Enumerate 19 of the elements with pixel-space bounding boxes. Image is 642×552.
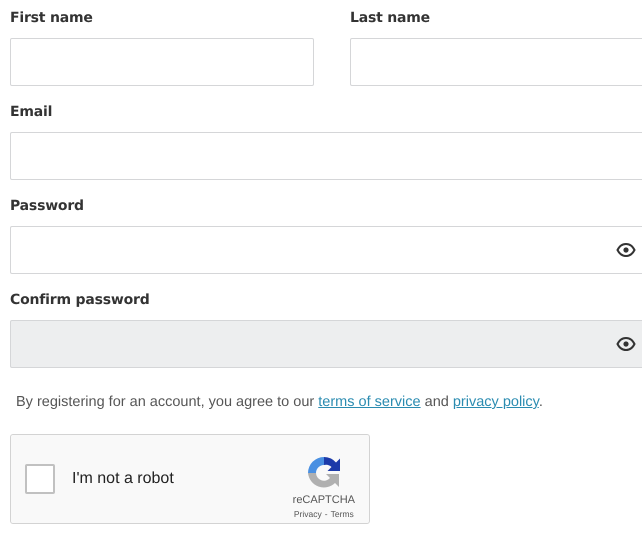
field-label: Email [10, 103, 54, 122]
field-label: Last name [350, 9, 431, 28]
field-label: First name [10, 9, 94, 28]
field-label: Confirm password [10, 291, 151, 310]
checkbox[interactable] [25, 464, 55, 494]
agreement-text: By registering for an account, you agree to our terms of service and privacy policy. [16, 393, 544, 412]
eye-icon[interactable] [616, 243, 636, 257]
link[interactable]: terms of service [318, 394, 421, 410]
link[interactable]: privacy policy [452, 394, 539, 410]
brand-label: reCAPTCHA [292, 494, 355, 506]
link[interactable]: Terms [330, 508, 354, 518]
separator-text: - [324, 508, 328, 518]
input-field[interactable] [10, 132, 642, 180]
input-field[interactable] [350, 38, 642, 86]
field-label: Password [10, 197, 85, 216]
input-field[interactable] [10, 38, 314, 86]
password-field[interactable] [10, 226, 642, 274]
checkbox-label: I'm not a robot [72, 470, 175, 488]
link[interactable]: Privacy [294, 508, 322, 518]
